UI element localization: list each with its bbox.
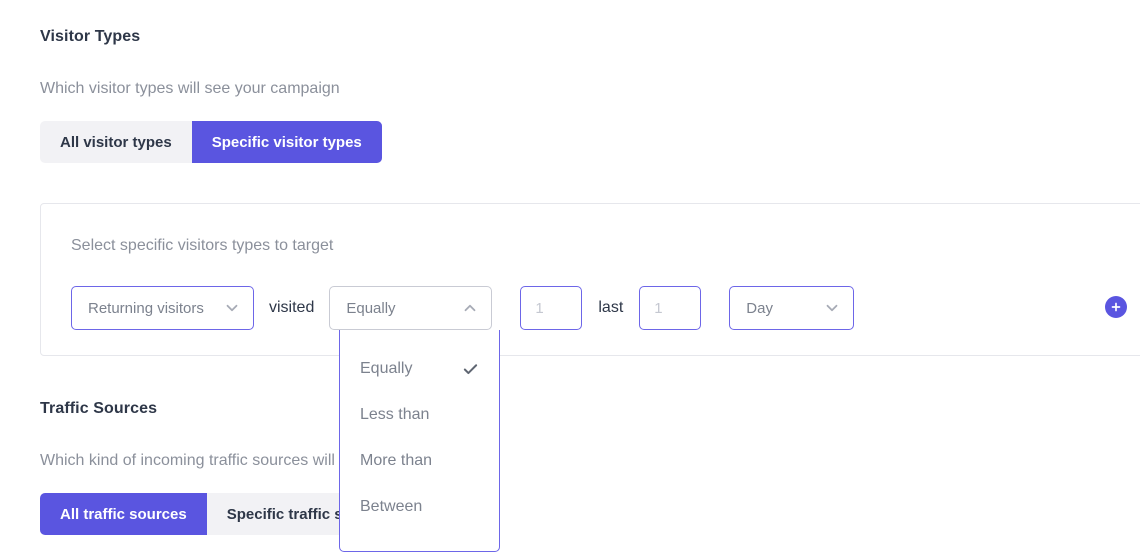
operator-select[interactable]: Equally bbox=[329, 286, 493, 330]
check-icon bbox=[462, 361, 479, 378]
label-visited: visited bbox=[269, 299, 315, 316]
campaign-targeting-page: Visitor Types Which visitor types will s… bbox=[0, 0, 1140, 558]
tab-all-visitor-types[interactable]: All visitor types bbox=[40, 121, 192, 163]
dropdown-option-between[interactable]: Between bbox=[340, 484, 499, 530]
dropdown-option-label: Equally bbox=[360, 360, 413, 377]
chevron-down-icon bbox=[223, 299, 241, 317]
visit-count-input[interactable] bbox=[520, 286, 583, 330]
visitor-rule-row: Returning visitors visited Equally 1 las… bbox=[71, 286, 855, 330]
duration-unit-select-value: Day bbox=[746, 299, 773, 317]
chevron-down-icon bbox=[823, 299, 841, 317]
traffic-sources-title: Traffic Sources bbox=[40, 400, 158, 417]
rule-builder-label: Select specific visitors types to target bbox=[71, 237, 334, 254]
dropdown-option-more-than[interactable]: More than bbox=[340, 438, 499, 484]
dropdown-option-equally[interactable]: Equally bbox=[340, 346, 499, 392]
tab-specific-visitor-types[interactable]: Specific visitor types bbox=[191, 121, 382, 163]
duration-amount-input[interactable] bbox=[639, 286, 702, 330]
visitor-type-select[interactable]: Returning visitors bbox=[71, 286, 254, 330]
visitor-type-select-value: Returning visitors bbox=[88, 299, 204, 317]
tab-all-traffic-sources[interactable]: All traffic sources bbox=[40, 493, 207, 535]
dropdown-option-label: Between bbox=[360, 498, 423, 515]
dropdown-option-less-than[interactable]: Less than bbox=[340, 392, 499, 438]
label-last: last bbox=[598, 299, 624, 316]
dropdown-option-label: More than bbox=[360, 452, 433, 469]
visitor-types-title: Visitor Types bbox=[40, 28, 141, 45]
visitor-types-description: Which visitor types will see your campai… bbox=[40, 80, 340, 97]
chevron-up-icon bbox=[461, 299, 479, 317]
plus-icon bbox=[1110, 301, 1122, 313]
operator-dropdown-menu: Equally Less than More than Between bbox=[339, 330, 500, 552]
dropdown-option-label: Less than bbox=[360, 406, 430, 423]
duration-unit-select[interactable]: Day bbox=[729, 286, 855, 330]
visitor-rule-builder-panel: Select specific visitors types to target… bbox=[40, 203, 1140, 356]
operator-select-value: Equally bbox=[346, 299, 396, 317]
add-rule-button[interactable] bbox=[1105, 296, 1127, 318]
visitor-types-tabs: All visitor types Specific visitor types bbox=[40, 121, 382, 163]
